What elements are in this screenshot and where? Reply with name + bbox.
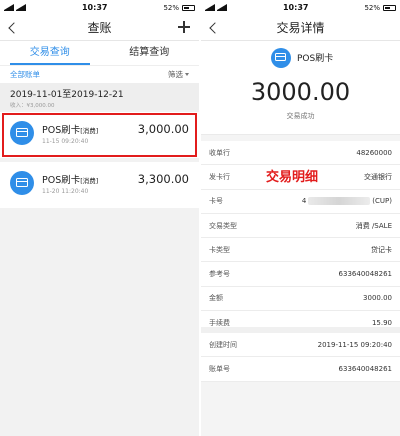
tab-bar: 交易查询 结算查询: [0, 41, 199, 65]
summary-status: 交易成功: [286, 112, 315, 120]
back-icon[interactable]: [207, 19, 223, 37]
detail-label: 卡类型: [209, 245, 230, 254]
detail-label: 交易类型: [209, 221, 237, 230]
detail-row: 卡号 4 (CUP): [201, 190, 400, 214]
caret-down-icon: [185, 73, 189, 76]
highlight-box: [2, 113, 197, 157]
status-bar: 10:37 52%: [0, 0, 199, 15]
all-bills-link[interactable]: 全部账单: [10, 69, 40, 80]
transaction-summary: POS刷卡 3000.00 交易成功: [201, 41, 400, 135]
card-number-mask: [308, 197, 371, 206]
card-payment-icon: [271, 48, 291, 68]
detail-value: 贷记卡: [371, 245, 392, 254]
detail-label: 金额: [209, 294, 223, 303]
detail-row: 参考号 633640048261: [201, 262, 400, 287]
transaction-tag: [消费]: [80, 177, 99, 185]
signal-icon: [205, 3, 215, 11]
detail-list-secondary: 创建时间 2019-11-15 09:20:40 账单号 63364004826…: [201, 333, 400, 382]
status-bar: 10:37 52%: [201, 0, 400, 15]
income-total: 收入：¥3,000.00: [10, 103, 55, 109]
filter-bar: 全部账单 筛选: [0, 65, 199, 83]
status-time: 10:37: [81, 3, 108, 12]
battery-percent: 52%: [364, 3, 380, 12]
page-title: 交易详情: [276, 21, 325, 35]
detail-label: 创建时间: [209, 340, 237, 349]
transaction-item[interactable]: POS刷卡[消费] 11-20 11:20:40 3,300.00: [0, 162, 199, 208]
detail-value: 交通银行: [364, 172, 392, 181]
left-screen: 10:37 52% 查账 交易查询 结算查询 全部账单 筛选 2019-11-0…: [0, 0, 199, 436]
right-screen: 10:37 52% 交易详情 POS刷卡 3000.00 交易成功 收单行 48…: [201, 0, 400, 436]
transaction-time: 11-20 11:20:40: [42, 188, 89, 195]
detail-value: 2019-11-15 09:20:40: [317, 340, 392, 349]
detail-row: 卡类型 贷记卡: [201, 238, 400, 263]
transaction-title: POS刷卡[消费]: [42, 175, 99, 186]
detail-label: 卡号: [209, 197, 223, 206]
detail-label: 收单行: [209, 148, 230, 157]
tab-settlement-query[interactable]: 结算查询: [100, 41, 200, 65]
detail-value: 消费 /SALE: [355, 221, 392, 230]
detail-value: 633640048261: [338, 270, 392, 279]
date-range-header: 2019-11-01至2019-12-21 收入：¥3,000.00: [0, 83, 199, 110]
tab-transaction-query[interactable]: 交易查询: [0, 41, 100, 65]
signal-icon: [16, 3, 26, 11]
card-payment-icon: [10, 171, 34, 195]
detail-row: 创建时间 2019-11-15 09:20:40: [201, 333, 400, 358]
summary-amount: 3000.00: [250, 78, 351, 106]
nav-bar: 交易详情: [201, 15, 400, 41]
detail-row: 金额 3000.00: [201, 287, 400, 312]
detail-value: 633640048261: [338, 364, 392, 373]
detail-label: 发卡行: [209, 172, 230, 181]
status-time: 10:37: [282, 3, 309, 12]
filter-label: 筛选: [168, 70, 183, 79]
detail-label: 参考号: [209, 270, 230, 279]
battery-icon: [383, 4, 396, 11]
card-number-value: 4 (CUP): [301, 197, 392, 206]
detail-label: 账单号: [209, 364, 230, 373]
filter-button[interactable]: 筛选: [168, 69, 189, 80]
detail-value: 3000.00: [363, 294, 392, 303]
transaction-amount: 3,300.00: [137, 172, 189, 186]
battery-icon: [182, 4, 195, 11]
add-icon[interactable]: [175, 18, 193, 36]
detail-row: 账单号 633640048261: [201, 357, 400, 382]
summary-label: POS刷卡: [297, 54, 334, 64]
annotation-overlay-text: 交易明细: [266, 170, 319, 185]
nav-bar: 查账: [0, 15, 199, 41]
detail-row: 收单行 48260000: [201, 141, 400, 166]
battery-percent: 52%: [163, 3, 179, 12]
signal-icon: [217, 3, 227, 11]
date-range: 2019-11-01至2019-12-21: [10, 90, 124, 100]
detail-value: 15.90: [371, 318, 392, 327]
detail-value: 48260000: [356, 148, 392, 157]
signal-icon: [4, 3, 14, 11]
active-tab-indicator: [10, 63, 90, 65]
page-title: 查账: [87, 21, 112, 35]
back-icon[interactable]: [6, 19, 22, 37]
detail-row: 交易类型 消费 /SALE: [201, 214, 400, 239]
